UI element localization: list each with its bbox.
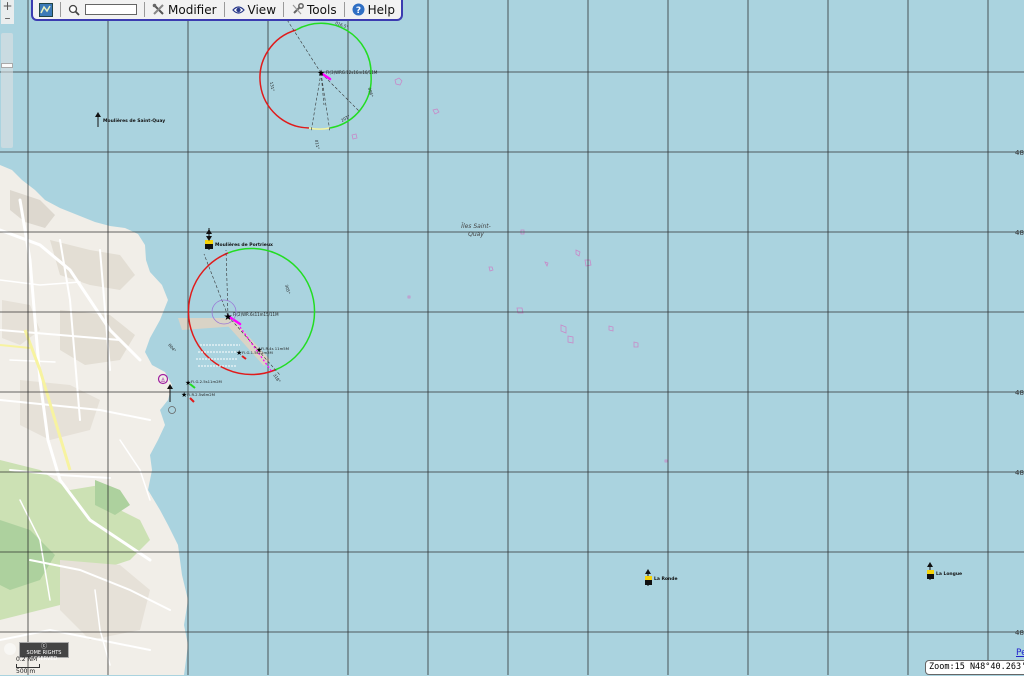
zoom-slider-handle[interactable] xyxy=(1,63,13,68)
mark-label: La Ronde xyxy=(654,576,678,582)
grid-label: 48 xyxy=(1015,389,1024,397)
map-layer-button[interactable] xyxy=(36,1,56,18)
magnifier-icon xyxy=(68,4,80,16)
top-light-label: Fl(3)WRG.12s16m16/11M xyxy=(326,70,378,75)
view-label: View xyxy=(247,2,277,17)
tools-label: Tools xyxy=(307,2,337,17)
place-name: Îles Saint- xyxy=(461,223,491,230)
mark-label: Moulières de Saint-Quay xyxy=(103,117,165,124)
svg-text:?: ? xyxy=(355,6,360,16)
toolbar-separator xyxy=(283,2,285,17)
zoom-controls: + – xyxy=(1,0,14,24)
zoom-out-button[interactable]: – xyxy=(1,12,14,24)
place-name: Quay xyxy=(468,231,484,238)
map-icon xyxy=(39,2,53,17)
grid-label: 48 xyxy=(1015,629,1024,637)
eye-icon xyxy=(231,5,245,14)
toolbar-separator xyxy=(223,2,225,17)
light-label: Fl.R.2.5s6m2M xyxy=(187,392,215,397)
mark-label: Moulières de Portrieux xyxy=(215,241,273,248)
grid-label: 48 xyxy=(1015,229,1024,237)
svg-text:★: ★ xyxy=(317,69,325,79)
help-menu-button[interactable]: ? Help xyxy=(349,1,398,18)
view-menu-button[interactable]: View xyxy=(229,1,279,18)
light-label: Fl.G.2.5s11m2M xyxy=(191,379,222,384)
toolbar-separator xyxy=(343,2,345,17)
help-label: Help xyxy=(367,2,395,17)
toolbar-separator xyxy=(144,2,145,17)
layer-switcher-button[interactable] xyxy=(4,643,16,655)
tools-menu-button[interactable]: Tools xyxy=(288,1,340,18)
mark-label: La Longue xyxy=(936,571,962,577)
grid-label: 48 xyxy=(1015,469,1024,477)
toolbar-separator xyxy=(60,2,61,17)
position-status: Zoom:15 N48°40.263' W2°46 xyxy=(925,660,1024,675)
wrench-icon xyxy=(292,3,304,15)
search-button[interactable] xyxy=(65,1,83,18)
scale-bar: 0.2 NM 500 m xyxy=(16,656,46,675)
modifier-label: Modifier xyxy=(168,2,217,17)
help-icon: ? xyxy=(352,3,365,16)
svg-text:⚓: ⚓ xyxy=(160,377,165,384)
scale-nm-label: 0.2 NM xyxy=(16,656,38,663)
grid-label: 48 xyxy=(1015,149,1024,157)
zoom-slider[interactable] xyxy=(1,33,13,148)
modifier-menu-button[interactable]: Modifier xyxy=(149,1,220,18)
main-toolbar: Modifier View Tools ? Help xyxy=(31,0,403,21)
tools-cross-icon xyxy=(152,3,164,15)
nautical-map[interactable]: 48 48 48 48 48 ★ Fl(3)WRG.12s16m16/11M 0… xyxy=(0,0,1024,675)
light-label: Fl.G.1.5s11m2M xyxy=(242,350,273,355)
harbour-light-label: Fl(2)WR.6s11m15/11M xyxy=(233,312,279,317)
permalink-link[interactable]: Pe xyxy=(1016,648,1024,658)
search-input[interactable] xyxy=(85,4,137,15)
